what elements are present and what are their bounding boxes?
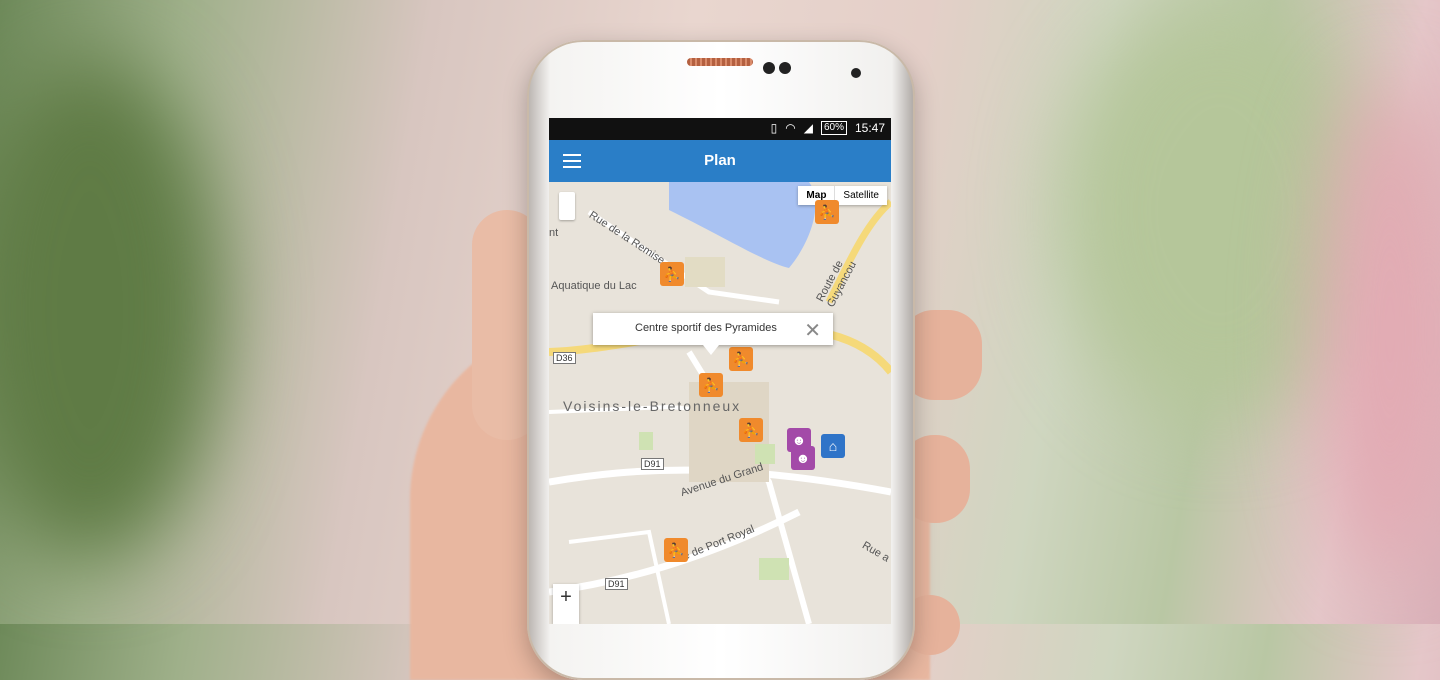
map-view[interactable]: Map Satellite Rue de la Remise Aquatique… — [549, 182, 891, 624]
theatre-pin-icon[interactable]: ☻ — [791, 446, 815, 470]
place-label: nt — [549, 227, 559, 239]
signal-icon: ◢ — [803, 121, 813, 135]
close-icon[interactable]: ✕ — [804, 318, 821, 343]
road-tag-d91: D91 — [641, 458, 664, 470]
zoom-control: + — [553, 584, 579, 624]
sport-pin-icon[interactable]: ⛹ — [699, 373, 723, 397]
popup-title: Centre sportif des Pyramides — [635, 322, 777, 334]
info-popup: Centre sportif des Pyramides ✕ — [593, 313, 833, 355]
sport-pin-icon[interactable]: ⛹ — [815, 200, 839, 224]
page-title: Plan — [704, 152, 736, 169]
vibrate-icon: ▯ — [770, 121, 778, 135]
bg-foliage — [0, 60, 220, 560]
zoom-in-button[interactable]: + — [553, 584, 579, 610]
sport-pin-icon[interactable]: ⛹ — [664, 538, 688, 562]
map-type-control: Map Satellite — [798, 186, 887, 205]
phone-screen: ▯ ◠ ◢ 60% 15:47 Plan Map Satellite Rue d… — [549, 118, 891, 624]
map-type-satellite-button[interactable]: Satellite — [835, 186, 887, 205]
status-bar: ▯ ◠ ◢ 60% 15:47 — [549, 118, 891, 140]
town-label: Voisins-le-Bretonneux — [563, 398, 742, 414]
road-tag-d91: D91 — [605, 578, 628, 590]
sport-pin-icon[interactable]: ⛹ — [660, 262, 684, 286]
street-view-pegman[interactable] — [559, 192, 575, 220]
app-bar: Plan — [549, 140, 891, 182]
battery-indicator: 60% — [820, 121, 847, 135]
sport-pin-icon[interactable]: ⛹ — [729, 347, 753, 371]
front-camera — [763, 62, 775, 74]
place-label: Aquatique du Lac — [551, 280, 637, 292]
proximity-sensor — [851, 68, 861, 78]
wifi-icon: ◠ — [785, 121, 796, 135]
clock: 15:47 — [854, 121, 885, 135]
road-tag-d36: D36 — [553, 352, 576, 364]
front-sensor — [779, 62, 791, 74]
school-pin-icon[interactable]: ⌂ — [821, 434, 845, 458]
sport-pin-icon[interactable]: ⛹ — [739, 418, 763, 442]
phone-speaker — [687, 58, 753, 66]
